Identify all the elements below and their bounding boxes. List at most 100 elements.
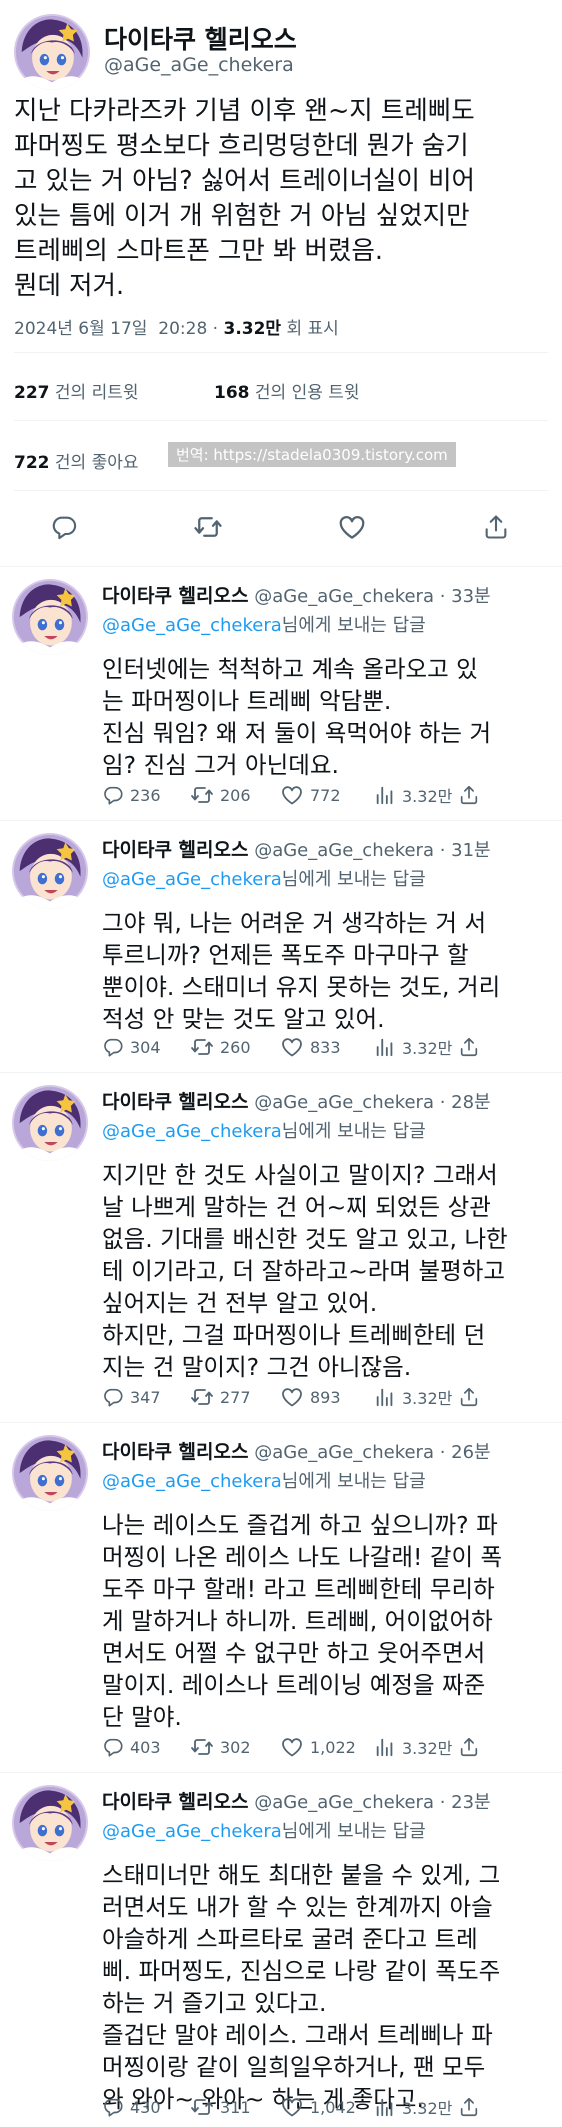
reply-actions: 403 302 1,022 3.32만 bbox=[102, 1733, 552, 1761]
views-button[interactable]: 3.32만 bbox=[374, 2093, 452, 2121]
tweet-date[interactable]: 2024년 6월 17일 bbox=[14, 319, 147, 339]
like-stat[interactable]: 722 건의 좋아요 bbox=[14, 448, 139, 473]
replying-suffix: 님에게 보내는 답글 bbox=[281, 615, 426, 636]
quote-stat[interactable]: 168 건의 인용 트윗 bbox=[214, 378, 360, 403]
views-button[interactable]: 3.32만 bbox=[374, 1383, 452, 1411]
retweet-button[interactable]: 206 bbox=[190, 781, 251, 809]
like-count: 893 bbox=[310, 1387, 341, 1407]
mention-link[interactable]: @aGe_aGe_chekera bbox=[102, 1121, 282, 1142]
reply-tweet[interactable]: 다이타쿠 헬리오스 @aGe_aGe_chekera · 23분 @aGe_aG… bbox=[0, 1772, 562, 2127]
author-name[interactable]: 다이타쿠 헬리오스 bbox=[102, 1791, 248, 1813]
author-name[interactable]: 다이타쿠 헬리오스 bbox=[102, 585, 248, 607]
reply-tweet[interactable]: 다이타쿠 헬리오스 @aGe_aGe_chekera · 31분 @aGe_aG… bbox=[0, 820, 562, 1072]
reply-count: 403 bbox=[130, 1737, 161, 1757]
author-name[interactable]: 다이타쿠 헬리오스 bbox=[102, 1441, 248, 1463]
retweet-count: 277 bbox=[220, 1387, 251, 1407]
author-handle[interactable]: @aGe_aGe_chekera bbox=[254, 1792, 434, 1813]
like-button[interactable]: 833 bbox=[280, 1033, 341, 1061]
upload-icon bbox=[458, 2096, 480, 2118]
like-icon bbox=[280, 1735, 304, 1759]
reply-tweet[interactable]: 다이타쿠 헬리오스 @aGe_aGe_chekera · 33분 @aGe_aG… bbox=[0, 566, 562, 820]
retweet-button[interactable]: 260 bbox=[190, 1033, 251, 1061]
like-button[interactable]: 1,042 bbox=[280, 2093, 356, 2121]
mention-link[interactable]: @aGe_aGe_chekera bbox=[102, 1471, 282, 1492]
reply-tweet[interactable]: 다이타쿠 헬리오스 @aGe_aGe_chekera · 26분 @aGe_aG… bbox=[0, 1422, 562, 1772]
tweet-actions bbox=[0, 505, 562, 549]
share-icon[interactable] bbox=[474, 505, 518, 549]
author-handle[interactable]: @aGe_aGe_chekera bbox=[254, 1442, 434, 1463]
share-button[interactable] bbox=[458, 1733, 480, 1761]
like-button[interactable]: 772 bbox=[280, 781, 341, 809]
views-button[interactable]: 3.32만 bbox=[374, 1733, 452, 1761]
divider bbox=[14, 352, 548, 353]
share-button[interactable] bbox=[458, 2093, 480, 2121]
mention-link[interactable]: @aGe_aGe_chekera bbox=[102, 869, 282, 890]
reply-button[interactable]: 347 bbox=[102, 1383, 161, 1411]
reply-tweet[interactable]: 다이타쿠 헬리오스 @aGe_aGe_chekera · 28분 @aGe_aG… bbox=[0, 1072, 562, 1422]
mention-link[interactable]: @aGe_aGe_chekera bbox=[102, 1821, 282, 1842]
reply-time[interactable]: 28분 bbox=[451, 1092, 490, 1113]
avatar[interactable] bbox=[12, 833, 88, 909]
reply-button[interactable]: 403 bbox=[102, 1733, 161, 1761]
reply-actions: 236 206 772 3.32만 bbox=[102, 781, 552, 809]
author-handle[interactable]: @aGe_aGe_chekera bbox=[254, 840, 434, 861]
author-handle[interactable]: @aGe_aGe_chekera bbox=[254, 586, 434, 607]
avatar[interactable] bbox=[12, 579, 88, 655]
like-icon[interactable] bbox=[330, 505, 374, 549]
avatar-image bbox=[12, 1085, 88, 1161]
views-button[interactable]: 3.32만 bbox=[374, 1033, 452, 1061]
views-icon bbox=[374, 1386, 396, 1408]
like-icon bbox=[280, 2095, 304, 2119]
share-button[interactable] bbox=[458, 1383, 480, 1411]
reply-time[interactable]: 31분 bbox=[451, 840, 490, 861]
reply-count: 347 bbox=[130, 1387, 161, 1407]
reply-count: 304 bbox=[130, 1037, 161, 1057]
reply-button[interactable]: 304 bbox=[102, 1033, 161, 1061]
reply-text: 인터넷에는 척척하고 계속 올라오고 있 는 파머찡이나 트레삐 악담뿐. 진심… bbox=[102, 655, 492, 779]
share-button[interactable] bbox=[458, 1033, 480, 1061]
reply-time[interactable]: 23분 bbox=[451, 1792, 490, 1813]
author-name[interactable]: 다이타쿠 헬리오스 bbox=[102, 1091, 248, 1113]
like-icon bbox=[280, 1035, 304, 1059]
separator-dot: · bbox=[433, 1442, 452, 1463]
avatar-image bbox=[12, 579, 88, 655]
like-button[interactable]: 1,022 bbox=[280, 1733, 356, 1761]
avatar-image bbox=[12, 1435, 88, 1511]
tweet-time[interactable]: 20:28 bbox=[158, 319, 207, 339]
reply-icon[interactable] bbox=[42, 505, 86, 549]
author-handle[interactable]: @aGe_aGe_chekera bbox=[254, 1092, 434, 1113]
translation-watermark: 번역: https://stadela0309.tistory.com bbox=[168, 442, 456, 467]
retweet-button[interactable]: 311 bbox=[190, 2093, 251, 2121]
reply-text: 나는 레이스도 즐겁게 하고 싶으니까? 파 머찡이 나온 레이스 나도 나갈래… bbox=[102, 1511, 503, 1731]
reply-button[interactable]: 430 bbox=[102, 2093, 161, 2121]
reply-time[interactable]: 33분 bbox=[451, 586, 490, 607]
retweet-stat[interactable]: 227 건의 리트윗 bbox=[14, 378, 139, 403]
avatar[interactable] bbox=[12, 1785, 88, 1861]
like-count: 722 bbox=[14, 453, 50, 473]
reply-icon bbox=[102, 1036, 124, 1058]
mention-link[interactable]: @aGe_aGe_chekera bbox=[102, 615, 282, 636]
views-button[interactable]: 3.32만 bbox=[374, 781, 452, 809]
reply-text: 지기만 한 것도 사실이고 말이지? 그래서 날 나쁘게 말하는 건 어~찌 되… bbox=[102, 1161, 508, 1381]
reply-actions: 304 260 833 3.32만 bbox=[102, 1033, 552, 1061]
retweet-icon[interactable] bbox=[186, 505, 230, 549]
reply-icon bbox=[102, 2096, 124, 2118]
upload-icon bbox=[458, 1386, 480, 1408]
retweet-button[interactable]: 277 bbox=[190, 1383, 251, 1411]
retweet-button[interactable]: 302 bbox=[190, 1733, 251, 1761]
retweet-count: 311 bbox=[220, 2097, 251, 2117]
avatar[interactable] bbox=[14, 14, 90, 90]
view-count: 3.32만 bbox=[402, 2099, 453, 2118]
view-count: 3.32만 bbox=[223, 319, 282, 339]
like-button[interactable]: 893 bbox=[280, 1383, 341, 1411]
author-name[interactable]: 다이타쿠 헬리오스 bbox=[104, 20, 297, 56]
author-name[interactable]: 다이타쿠 헬리오스 bbox=[102, 839, 248, 861]
share-button[interactable] bbox=[458, 781, 480, 809]
reply-button[interactable]: 236 bbox=[102, 781, 161, 809]
reply-time[interactable]: 26분 bbox=[451, 1442, 490, 1463]
author-handle[interactable]: @aGe_aGe_chekera bbox=[104, 54, 294, 76]
reply-header: 다이타쿠 헬리오스 @aGe_aGe_chekera · 23분 bbox=[102, 1787, 491, 1814]
avatar[interactable] bbox=[12, 1435, 88, 1511]
retweet-icon bbox=[190, 2095, 214, 2119]
avatar[interactable] bbox=[12, 1085, 88, 1161]
